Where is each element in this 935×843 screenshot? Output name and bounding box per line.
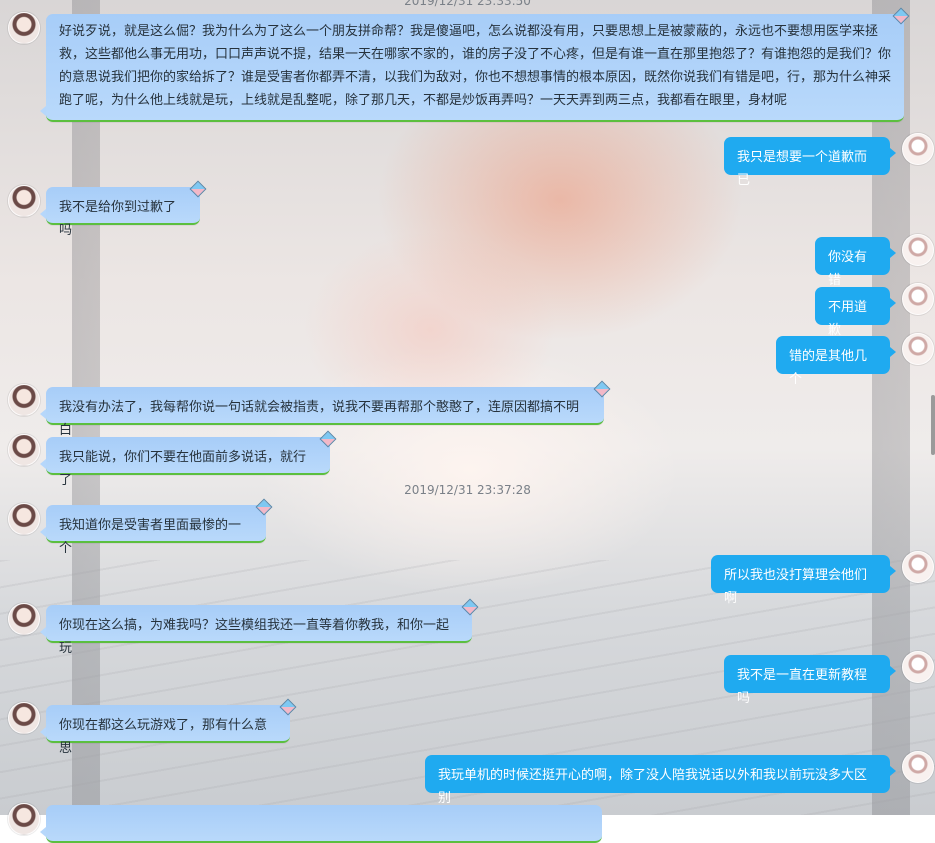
scrollbar-thumb[interactable] <box>931 395 935 455</box>
message-bubble[interactable]: 错的是其他几个 <box>776 336 896 387</box>
timestamp: 2019/12/31 23:37:28 <box>404 483 531 497</box>
message-bubble[interactable]: 我玩单机的时候还挺开心的啊，除了没人陪我说话以外和我以前玩没多大区别 <box>425 755 896 806</box>
message-bubble[interactable]: 好说歹说，就是这么倔？我为什么为了这么一个朋友拼命帮？我是傻逼吧，怎么说都没有用… <box>40 14 904 122</box>
avatar[interactable] <box>8 434 40 466</box>
message-bubble[interactable]: 我不是给你到过歉了吗 <box>40 187 200 238</box>
avatar[interactable] <box>902 234 934 266</box>
avatar[interactable] <box>902 551 934 583</box>
message-bubble[interactable] <box>40 805 602 843</box>
message-bubble[interactable]: 所以我也没打算理会他们啊 <box>711 555 896 606</box>
avatar[interactable] <box>8 12 40 44</box>
avatar[interactable] <box>8 384 40 416</box>
message-bubble[interactable]: 你没有错 <box>815 237 896 288</box>
avatar[interactable] <box>902 133 934 165</box>
avatar[interactable] <box>8 702 40 734</box>
message-bubble[interactable]: 我只是想要一个道歉而已 <box>724 137 896 188</box>
message-bubble[interactable]: 我没有办法了，我每帮你说一句话就会被指责，说我不要再帮那个憨憨了，连原因都搞不明… <box>40 387 604 438</box>
message-bubble[interactable]: 你现在都这么玩游戏了，那有什么意思 <box>40 705 290 756</box>
avatar[interactable] <box>902 651 934 683</box>
avatar[interactable] <box>8 803 40 835</box>
message-bubble[interactable]: 我只能说，你们不要在他面前多说话，就行了 <box>40 437 330 488</box>
avatar[interactable] <box>8 185 40 217</box>
message-bubble[interactable]: 你现在这么搞，为难我吗？这些模组我还一直等着你教我，和你一起玩 <box>40 605 472 656</box>
avatar[interactable] <box>902 751 934 783</box>
avatar[interactable] <box>902 283 934 315</box>
message-bubble[interactable]: 我不是一直在更新教程吗 <box>724 655 896 706</box>
message-bubble[interactable]: 我知道你是受害者里面最惨的一个 <box>40 505 266 556</box>
avatar[interactable] <box>902 333 934 365</box>
avatar[interactable] <box>8 503 40 535</box>
avatar[interactable] <box>8 603 40 635</box>
timestamp: 2019/12/31 23:33:50 <box>404 0 531 8</box>
message-bubble[interactable]: 不用道歉 <box>815 287 896 338</box>
